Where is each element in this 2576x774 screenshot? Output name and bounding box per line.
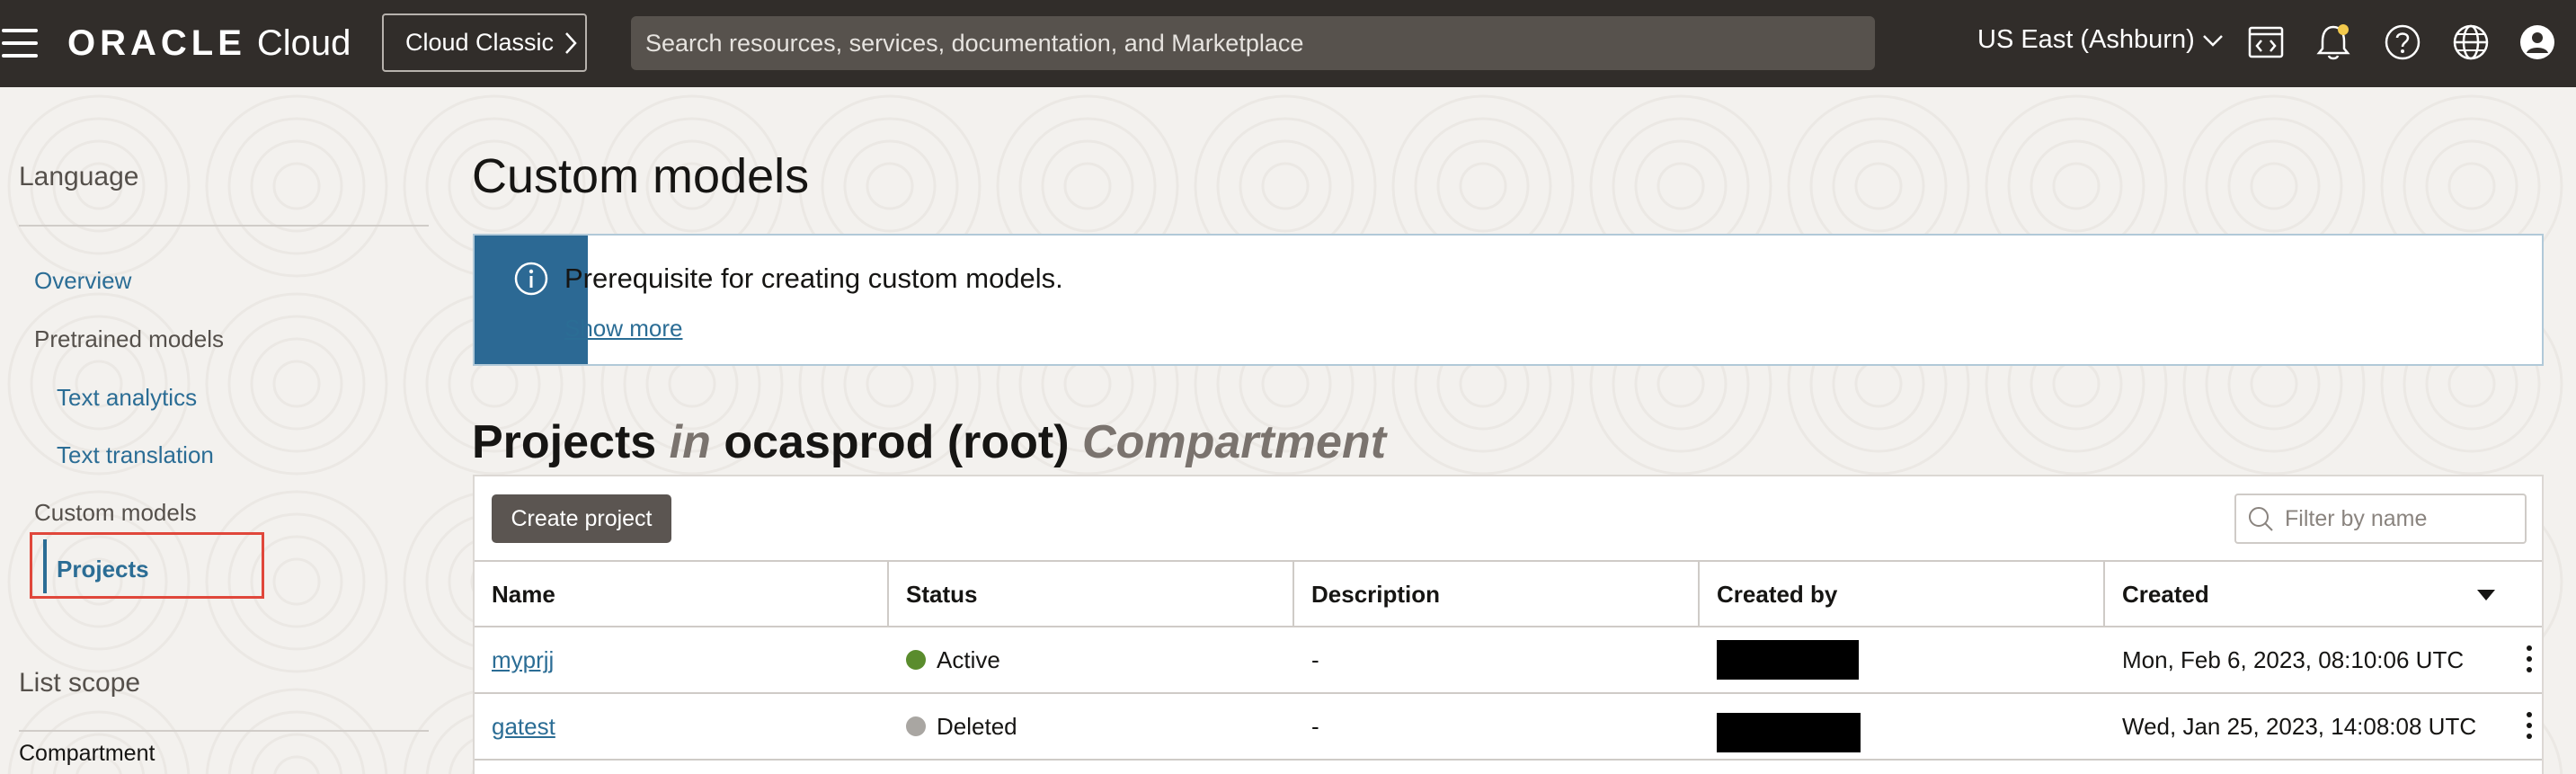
filter-by-name-input[interactable]: Filter by name [2234, 494, 2527, 544]
sidebar-divider [19, 225, 429, 227]
info-message: Prerequisite for creating custom models. [564, 262, 1063, 294]
table-row: gatest Deleted - Wed, Jan 25, 2023, 14:0… [475, 694, 2542, 761]
table-row: myprjj Active - Mon, Feb 6, 2023, 08:10:… [475, 627, 2542, 694]
column-header-description[interactable]: Description [1294, 562, 1700, 627]
compartment-label: Compartment [19, 741, 155, 766]
hamburger-menu-icon[interactable] [0, 27, 40, 59]
section-title-in: in [669, 416, 711, 468]
sidebar-heading-custom-models: Custom models [34, 499, 197, 526]
status-text: Deleted [937, 712, 1017, 740]
section-title: Projects in ocasprod (root) Compartment [472, 415, 1386, 469]
cell-status: Active [889, 627, 1000, 692]
bell-icon[interactable] [2313, 22, 2354, 63]
create-project-button[interactable]: Create project [492, 494, 671, 543]
help-icon[interactable] [2382, 22, 2423, 63]
sidebar-heading-pretrained-models: Pretrained models [34, 325, 224, 352]
code-editor-icon[interactable] [2245, 22, 2287, 63]
chevron-right-icon [565, 31, 577, 54]
cell-status: Deleted [889, 694, 1017, 759]
region-label: US East (Ashburn) [1977, 25, 2195, 54]
section-title-suffix: Compartment [1082, 416, 1387, 468]
cell-description: - [1311, 712, 1319, 740]
page-title: Custom models [472, 149, 810, 203]
sidebar-item-text-translation[interactable]: Text translation [57, 441, 214, 469]
active-indicator [43, 539, 47, 593]
column-header-name[interactable]: Name [475, 562, 889, 627]
global-search-input[interactable]: Search resources, services, documentatio… [631, 16, 1875, 70]
sidebar-item-text-analytics[interactable]: Text analytics [57, 384, 197, 412]
user-icon[interactable] [2517, 22, 2558, 63]
info-banner: Prerequisite for creating custom models.… [473, 234, 2544, 366]
cloud-classic-button[interactable]: Cloud Classic [382, 13, 587, 72]
chevron-down-icon [2202, 34, 2223, 47]
cell-created-by [1700, 627, 1859, 692]
globe-icon[interactable] [2450, 22, 2492, 63]
table-header: Name Status Description Created by Creat… [475, 560, 2542, 627]
cloud-classic-label: Cloud Classic [405, 29, 555, 56]
list-scope-title: List scope [19, 668, 141, 698]
row-actions-menu-icon[interactable] [2526, 645, 2533, 672]
section-title-prefix: Projects [472, 416, 657, 468]
sidebar-title: Language [19, 162, 139, 191]
sidebar-item-overview[interactable]: Overview [34, 267, 131, 295]
column-header-created-label: Created [2122, 581, 2209, 608]
status-active-dot-icon [906, 650, 926, 670]
filter-placeholder: Filter by name [2285, 505, 2428, 531]
cell-name: gatest [475, 694, 555, 759]
redacted-block [1717, 640, 1859, 680]
column-header-created-by[interactable]: Created by [1700, 562, 2105, 627]
logo-brand: ORACLE [67, 23, 246, 63]
status-text: Active [937, 645, 1000, 673]
logo-product: Cloud [256, 23, 351, 63]
show-more-link[interactable]: Show more [564, 315, 683, 343]
oracle-cloud-logo[interactable]: ORACLE Cloud [67, 23, 351, 64]
column-header-created[interactable]: Created [2105, 562, 2542, 627]
project-link-myprjj[interactable]: myprjj [492, 646, 554, 674]
cell-created-by [1700, 694, 1861, 759]
info-strip [475, 236, 588, 364]
project-link-gatest[interactable]: gatest [492, 713, 555, 741]
status-deleted-dot-icon [906, 716, 926, 736]
info-icon [514, 262, 548, 296]
list-scope-divider [19, 730, 429, 732]
projects-table: Create project Filter by name Name Statu… [473, 475, 2544, 774]
sidebar-item-projects[interactable]: Projects [57, 556, 149, 583]
sort-descending-icon[interactable] [2477, 590, 2495, 601]
cell-description: - [1311, 645, 1319, 673]
column-header-status[interactable]: Status [889, 562, 1294, 627]
cell-created: Wed, Jan 25, 2023, 14:08:08 UTC [2122, 712, 2477, 740]
region-selector[interactable]: US East (Ashburn) [1977, 25, 2224, 55]
cell-created: Mon, Feb 6, 2023, 08:10:06 UTC [2122, 645, 2465, 673]
cell-name: myprjj [475, 627, 554, 692]
search-icon [2249, 507, 2273, 531]
row-actions-menu-icon[interactable] [2526, 712, 2533, 739]
search-placeholder: Search resources, services, documentatio… [645, 29, 1304, 57]
top-navigation-bar: ORACLE Cloud Cloud Classic Search resour… [0, 0, 2576, 87]
redacted-block [1717, 713, 1861, 752]
section-title-compartment: ocasprod (root) [724, 416, 1070, 468]
